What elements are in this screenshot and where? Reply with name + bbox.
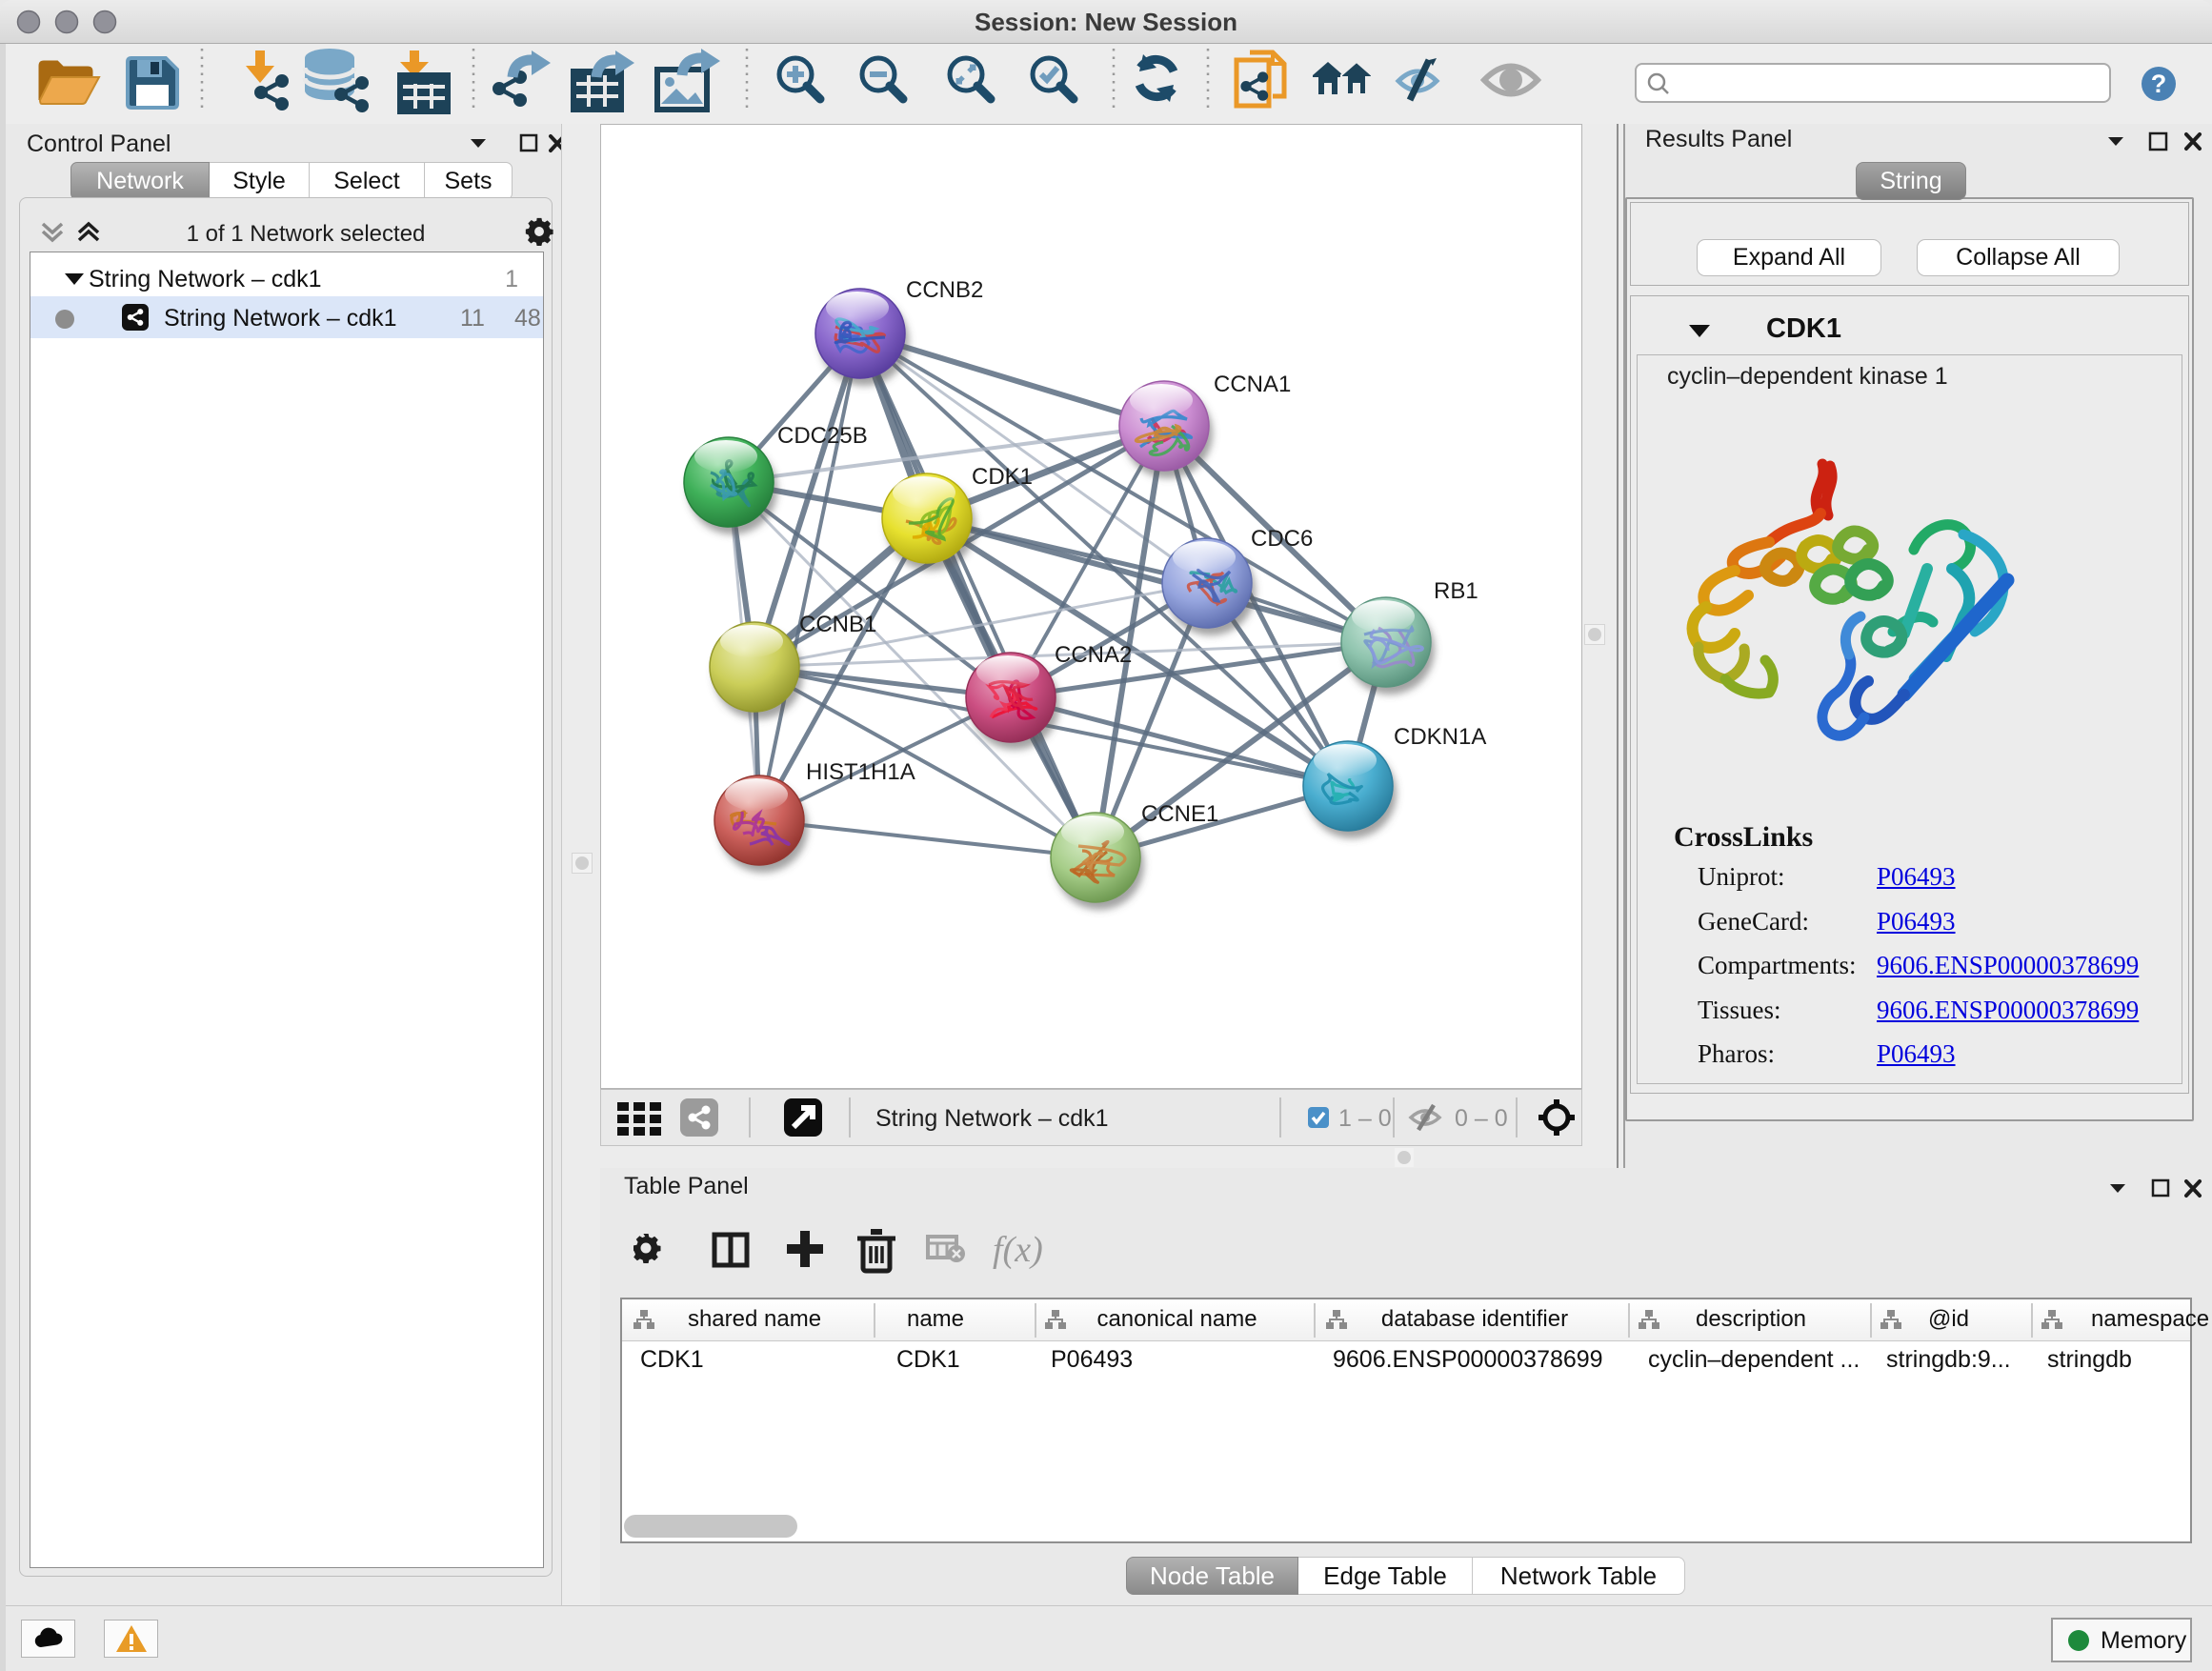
svg-text:CDC25B: CDC25B	[777, 423, 868, 449]
svg-text:CCNA1: CCNA1	[1214, 372, 1291, 397]
svg-text:CCNB2: CCNB2	[906, 277, 983, 303]
svg-text:0 – 0: 0 – 0	[1455, 1105, 1508, 1132]
svg-text:CCNA2: CCNA2	[1055, 642, 1132, 668]
svg-text:CDK1: CDK1	[972, 464, 1033, 490]
svg-text:String Network – cdk1: String Network – cdk1	[875, 1105, 1109, 1132]
svg-text:1 – 0: 1 – 0	[1338, 1105, 1392, 1132]
svg-text:RB1: RB1	[1434, 578, 1478, 604]
svg-text:CCNE1: CCNE1	[1141, 801, 1218, 827]
svg-text:CDC6: CDC6	[1251, 526, 1313, 552]
svg-text:f(x): f(x)	[993, 1230, 1043, 1270]
svg-text:HIST1H1A: HIST1H1A	[806, 759, 915, 785]
svg-text:CCNB1: CCNB1	[799, 612, 876, 637]
svg-text:CDKN1A: CDKN1A	[1394, 724, 1486, 750]
